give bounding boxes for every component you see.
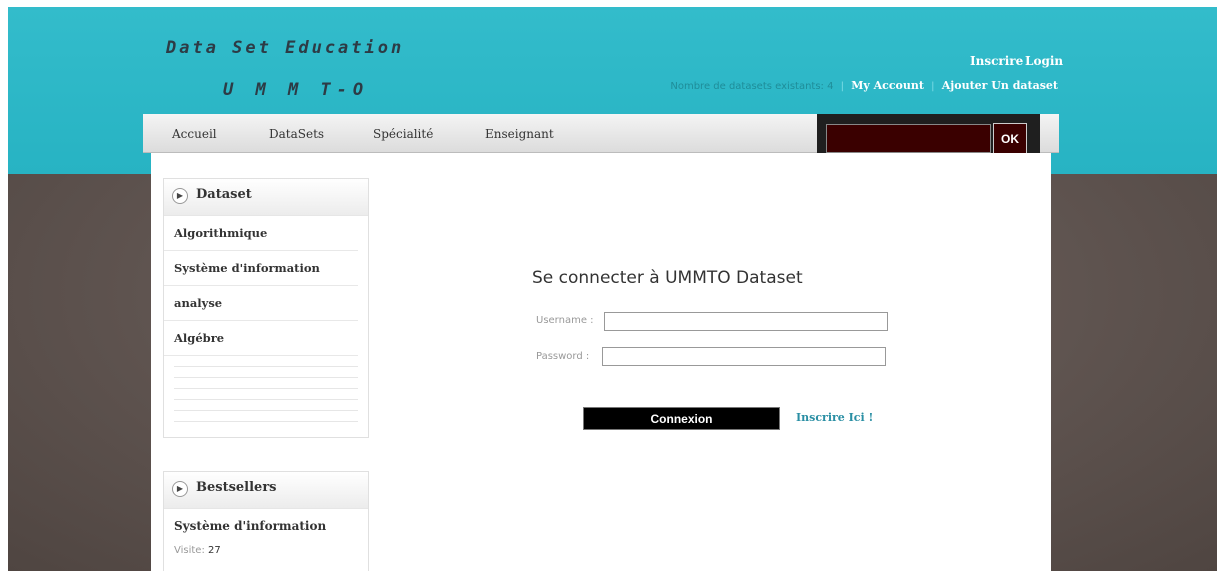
empty-row (174, 356, 358, 367)
nav-item-accueil[interactable]: Accueil (172, 127, 217, 141)
inscrire-link[interactable]: Inscrire (970, 54, 1023, 68)
sidebar-item-algebre[interactable]: Algébre (164, 321, 358, 356)
nav-item-datasets[interactable]: DataSets (269, 127, 324, 141)
dataset-box-header: ▶ Dataset (164, 179, 368, 216)
bestseller-visits: Visite: 27 (164, 533, 368, 556)
connexion-button[interactable]: Connexion (583, 407, 780, 430)
register-link[interactable]: Inscrire Ici ! (796, 411, 873, 424)
password-label: Password : (536, 351, 590, 362)
dataset-count-text: Nombre de datasets existants: 4 (670, 81, 834, 92)
site-title: Data Set Education (166, 38, 405, 58)
login-heading: Se connecter à UMMTO Dataset (532, 268, 803, 288)
visit-count: 27 (208, 545, 221, 556)
bestsellers-sidebox: ▶ Bestsellers Système d'information Visi… (163, 471, 369, 571)
bestsellers-box-title: Bestsellers (196, 480, 277, 495)
separator: | (840, 81, 845, 92)
empty-row (174, 389, 358, 400)
sidebar-item-systeme-information[interactable]: Système d'information (164, 251, 358, 286)
separator: | (931, 81, 935, 92)
play-icon: ▶ (172, 188, 188, 204)
bestsellers-box-header: ▶ Bestsellers (164, 472, 368, 509)
nav-item-enseignant[interactable]: Enseignant (485, 127, 554, 141)
empty-row (174, 378, 358, 389)
login-link[interactable]: Login (1025, 54, 1063, 68)
empty-row (174, 367, 358, 378)
header-meta-row: Nombre de datasets existants: 4 | My Acc… (670, 79, 1058, 92)
add-dataset-link[interactable]: Ajouter Un dataset (942, 79, 1058, 92)
sidebar-item-analyse[interactable]: analyse (164, 286, 358, 321)
play-icon: ▶ (172, 481, 188, 497)
main-content: ▶ Dataset Algorithmique Système d'inform… (151, 153, 1051, 571)
page-frame: Data Set Education U M M T-O Inscrire Lo… (8, 7, 1217, 571)
search-input[interactable] (826, 124, 991, 153)
search-ok-button[interactable]: OK (993, 123, 1027, 154)
username-field[interactable] (604, 312, 888, 331)
visit-label: Visite: (174, 545, 205, 556)
username-label: Username : (536, 315, 594, 326)
password-field[interactable] (602, 347, 886, 366)
empty-row (174, 411, 358, 422)
sidebar-item-algorithmique[interactable]: Algorithmique (164, 216, 358, 251)
my-account-link[interactable]: My Account (851, 79, 924, 92)
empty-row (174, 400, 358, 411)
site-subtitle: U M M T-O (223, 80, 370, 100)
dataset-sidebox: ▶ Dataset Algorithmique Système d'inform… (163, 178, 369, 438)
bestseller-item-title[interactable]: Système d'information (164, 509, 368, 533)
nav-item-specialite[interactable]: Spécialité (373, 127, 433, 141)
dataset-box-title: Dataset (196, 187, 252, 202)
